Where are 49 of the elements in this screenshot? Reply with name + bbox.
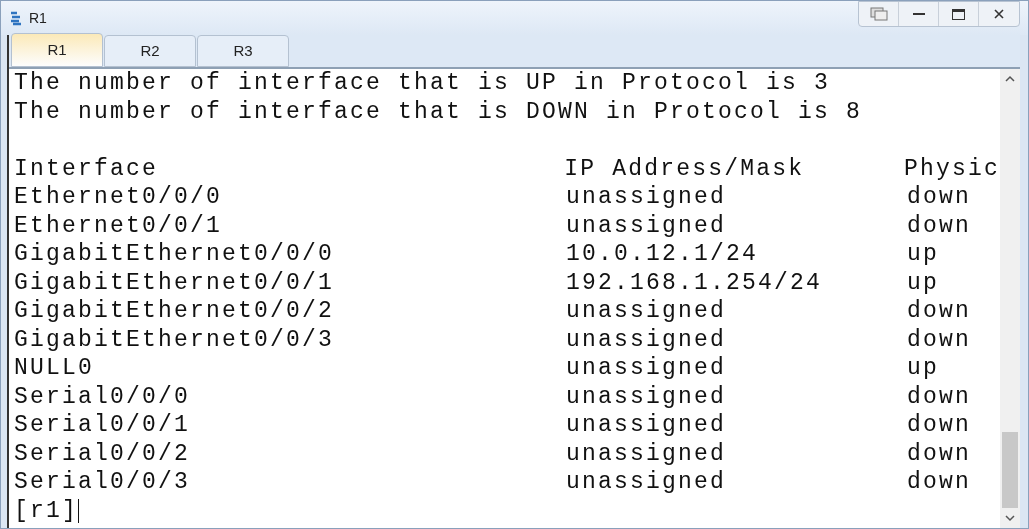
table-cell: down — [907, 382, 971, 412]
table-cell: up — [907, 240, 939, 269]
table-cell-text: unassigned — [566, 211, 728, 241]
table-cell-text: unassigned — [566, 325, 728, 355]
table-cell-text: Ethernet0/0/0 — [14, 183, 224, 212]
text-cursor — [78, 498, 79, 523]
table-cell-text: unassigned — [566, 411, 728, 440]
table-cell: up — [907, 354, 939, 383]
table-cell: down — [907, 211, 971, 241]
table-cell: down — [907, 411, 971, 440]
table-cell-text: unassigned — [566, 354, 728, 383]
tab[interactable]: R2 — [104, 35, 196, 67]
table-cell-text: GigabitEthernet0/0/0 — [14, 240, 336, 269]
table-cell-text: Ethernet0/0/1 — [14, 211, 224, 241]
maximize-icon — [952, 8, 965, 20]
table-cell-text: GigabitEthernet0/0/1 — [14, 268, 336, 298]
minimize-icon — [912, 12, 925, 16]
scrollbar-thumb[interactable] — [1002, 432, 1018, 508]
table-cell: down — [907, 439, 971, 469]
column-header: Physic — [904, 154, 1000, 184]
table-cell-text: unassigned — [566, 297, 728, 326]
table-cell-text: GigabitEthernet0/0/2 — [14, 297, 336, 326]
table-cell: down — [907, 325, 971, 355]
table-cell-text: 10.0.12.1/24 — [566, 240, 760, 269]
table-cell-text: Serial0/0/1 — [14, 411, 192, 440]
table-cell-text: Serial0/0/0 — [14, 382, 192, 412]
column-header: IP Address/Mask — [564, 154, 806, 184]
window-title: R1 — [29, 8, 47, 28]
terminal-line: The number of interface that is UP in Protocol is 3 — [14, 69, 832, 98]
table-cell-text: 192.168.1.254/24 — [566, 268, 824, 298]
table-cell-text: unassigned — [566, 183, 728, 212]
table-cell: down — [907, 183, 971, 212]
table-cell-text: unassigned — [566, 439, 728, 469]
table-cell-text: NULL0 — [14, 354, 95, 383]
terminal-line: The number of interface that is DOWN in Protocol is 8 — [14, 97, 864, 126]
table-cell: up — [907, 268, 939, 298]
windows-icon — [869, 7, 888, 21]
table-cell-text: Serial0/0/3 — [14, 468, 192, 497]
table-cell: down — [907, 468, 971, 497]
close-icon — [994, 9, 1004, 19]
table-cell-text: Serial0/0/2 — [14, 439, 192, 469]
table-cell: down — [907, 297, 971, 326]
table-cell-text: GigabitEthernet0/0/3 — [14, 325, 336, 355]
tab[interactable]: R3 — [197, 35, 289, 67]
table-cell-text: unassigned — [566, 382, 728, 412]
tab[interactable]: R1 — [11, 33, 103, 67]
table-cell-text: unassigned — [566, 468, 728, 497]
column-header: Interface — [14, 154, 160, 184]
command-prompt: [r1] — [14, 496, 78, 526]
